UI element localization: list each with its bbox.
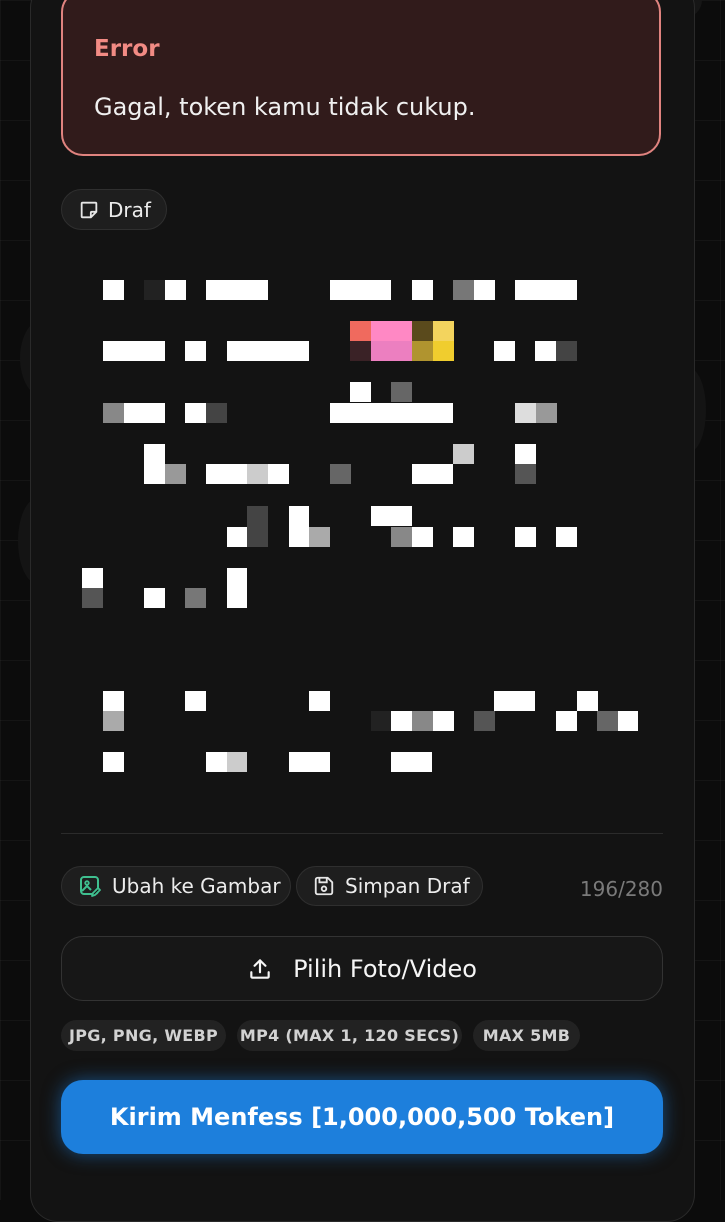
redacted-pixel [433, 711, 454, 731]
redacted-pixel [330, 464, 351, 484]
divider [61, 833, 663, 834]
redacted-pixel [289, 752, 330, 772]
redacted-pixel [412, 527, 433, 547]
redacted-pixel [185, 691, 206, 711]
redacted-pixel [165, 280, 186, 300]
redacted-pixel [577, 691, 598, 711]
redacted-pixel [371, 341, 412, 361]
redacted-pixel [82, 588, 103, 608]
redacted-pixel [227, 752, 247, 772]
redacted-pixel [515, 444, 536, 464]
redacted-pixel [247, 506, 268, 547]
redacted-pixel [82, 568, 103, 588]
floppy-disk-icon [313, 875, 335, 897]
redacted-pixel [556, 527, 577, 547]
redacted-pixel [350, 382, 371, 402]
redacted-pixel [144, 444, 165, 464]
choose-media-button[interactable]: Pilih Foto/Video [61, 936, 663, 1001]
redacted-pixel [515, 464, 536, 484]
redacted-pixel [165, 464, 186, 484]
save-draft-button[interactable]: Simpan Draf [296, 866, 483, 906]
image-edit-icon [78, 874, 102, 898]
redacted-pixel [206, 403, 227, 423]
redacted-pixel [144, 588, 165, 608]
redacted-pixel [103, 711, 124, 731]
redacted-pixel [474, 711, 495, 731]
redacted-pixel [309, 527, 330, 547]
redacted-pixel [597, 711, 618, 731]
redacted-pixel [185, 341, 206, 361]
redacted-pixel [144, 280, 165, 300]
redacted-pixel [371, 711, 391, 731]
upload-icon [247, 956, 273, 982]
redacted-pixel [391, 711, 412, 731]
redacted-pixel [330, 280, 391, 300]
redacted-pixel [330, 403, 453, 423]
redacted-pixel [103, 280, 124, 300]
redacted-pixel [453, 527, 474, 547]
redacted-pixel [412, 280, 433, 300]
redacted-pixel [350, 341, 371, 361]
redacted-pixel [494, 691, 535, 711]
redacted-pixel [391, 382, 412, 402]
redacted-pixel [371, 506, 412, 526]
redacted-pixel [515, 403, 536, 423]
redacted-pixel [412, 711, 433, 731]
redacted-pixel [515, 280, 577, 300]
redacted-pixel [185, 588, 206, 608]
redacted-pixel [206, 752, 227, 772]
convert-to-image-button[interactable]: Ubah ke Gambar [61, 866, 291, 906]
redacted-pixel [515, 527, 536, 547]
format-tag-size: MAX 5MB [473, 1020, 580, 1051]
redacted-pixel [556, 341, 577, 361]
redacted-pixel [103, 341, 165, 361]
redacted-pixel [103, 403, 124, 423]
redacted-pixel [309, 691, 330, 711]
redacted-pixel [453, 444, 474, 464]
redacted-pixel [536, 403, 557, 423]
character-counter: 196/280 [580, 877, 663, 901]
choose-media-label: Pilih Foto/Video [293, 955, 477, 983]
redacted-pixel [206, 280, 268, 300]
redacted-pixel [227, 568, 247, 608]
send-menfess-button[interactable]: Kirim Menfess [1,000,000,500 Token] [61, 1080, 663, 1154]
redacted-pixel [350, 321, 371, 341]
redacted-pixel [412, 464, 453, 484]
redacted-pixel [247, 464, 268, 484]
format-tag-images: JPG, PNG, WEBP [61, 1020, 226, 1051]
redacted-pixel [391, 752, 432, 772]
save-draft-label: Simpan Draf [345, 874, 470, 898]
redacted-pixel [124, 403, 165, 423]
redacted-pixel [453, 280, 474, 300]
redacted-pixel [412, 341, 433, 361]
redacted-pixel [144, 464, 165, 484]
redacted-pixel [227, 527, 247, 547]
message-textarea-redacted[interactable] [0, 0, 725, 820]
redacted-pixel [268, 464, 289, 484]
redacted-pixel [412, 321, 433, 341]
redacted-pixel [206, 464, 247, 484]
convert-to-image-label: Ubah ke Gambar [112, 874, 281, 898]
redacted-pixel [227, 341, 309, 361]
redacted-pixel [494, 341, 515, 361]
redacted-pixel [103, 691, 124, 711]
redacted-pixel [433, 321, 454, 341]
redacted-pixel [103, 752, 124, 772]
redacted-pixel [618, 711, 638, 731]
redacted-pixel [556, 711, 577, 731]
redacted-pixel [535, 341, 556, 361]
redacted-pixel [391, 527, 412, 547]
format-tag-video: MP4 (MAX 1, 120 SECS) [237, 1020, 462, 1051]
redacted-pixel [289, 506, 309, 547]
redacted-pixel [371, 321, 412, 341]
redacted-pixel [185, 403, 206, 423]
redacted-pixel [474, 280, 495, 300]
redacted-pixel [433, 341, 454, 361]
